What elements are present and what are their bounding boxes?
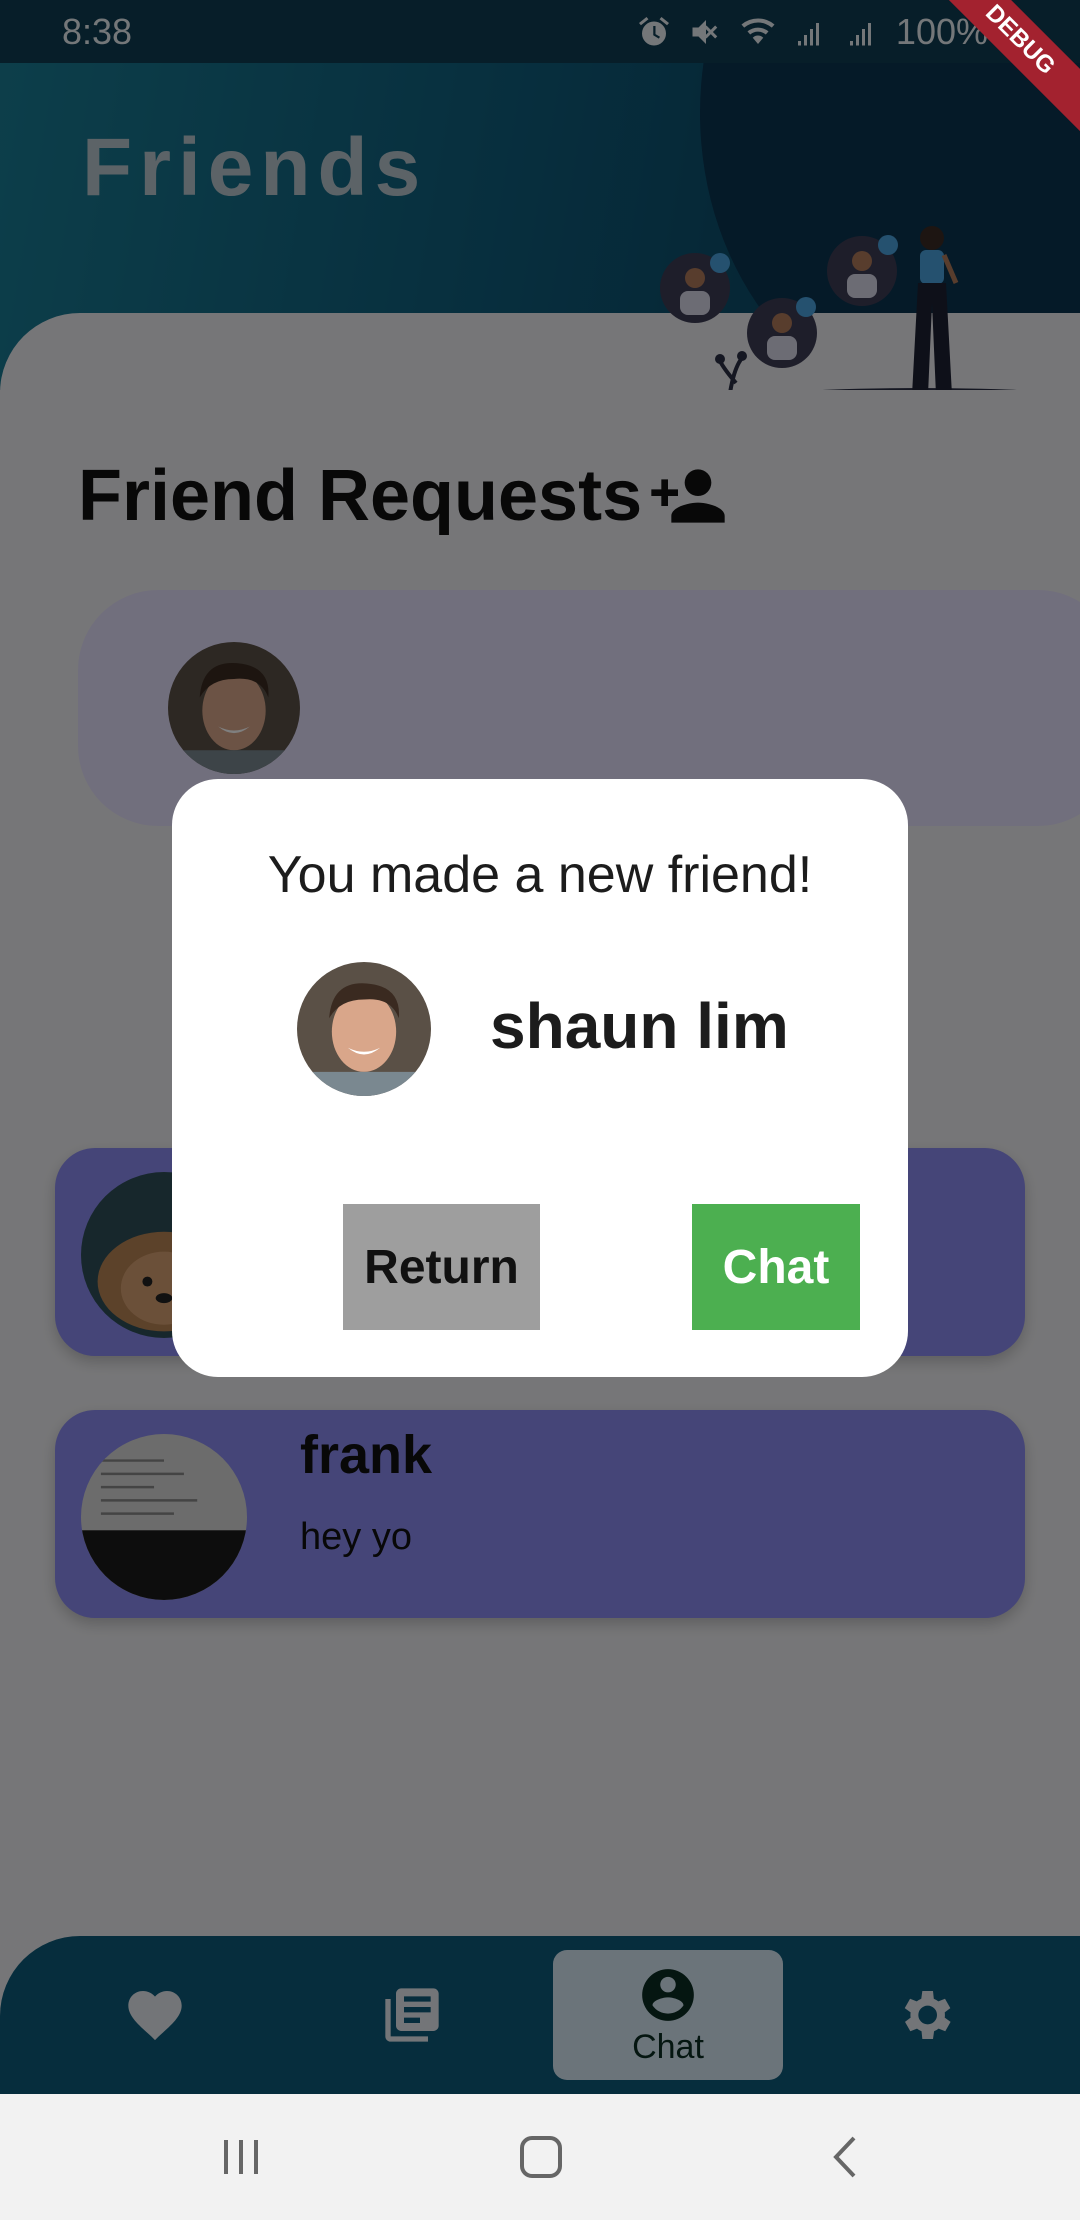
new-friend-dialog: You made a new friend! shaun lim Return … — [172, 779, 908, 1377]
home-icon[interactable] — [516, 2132, 566, 2182]
return-button[interactable]: Return — [343, 1204, 540, 1330]
back-icon[interactable] — [822, 2132, 872, 2182]
friend-avatar — [297, 962, 431, 1096]
chat-button[interactable]: Chat — [692, 1204, 860, 1330]
recent-apps-icon[interactable] — [216, 2132, 266, 2182]
system-navigation-bar — [0, 2094, 1080, 2220]
friend-name: shaun lim — [490, 990, 789, 1062]
dialog-title: You made a new friend! — [267, 846, 813, 904]
